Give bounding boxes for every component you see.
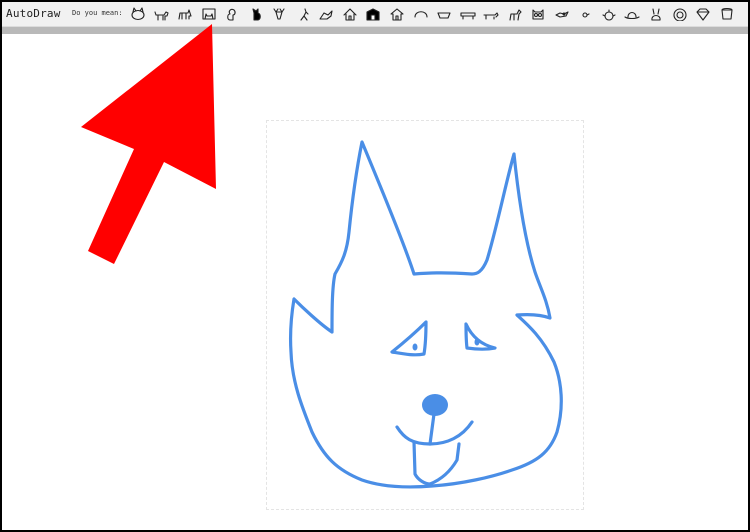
red-arrow-annotation (81, 24, 216, 264)
app-window: AutoDraw Do you mean: (0, 0, 750, 532)
red-arrow (81, 24, 216, 264)
